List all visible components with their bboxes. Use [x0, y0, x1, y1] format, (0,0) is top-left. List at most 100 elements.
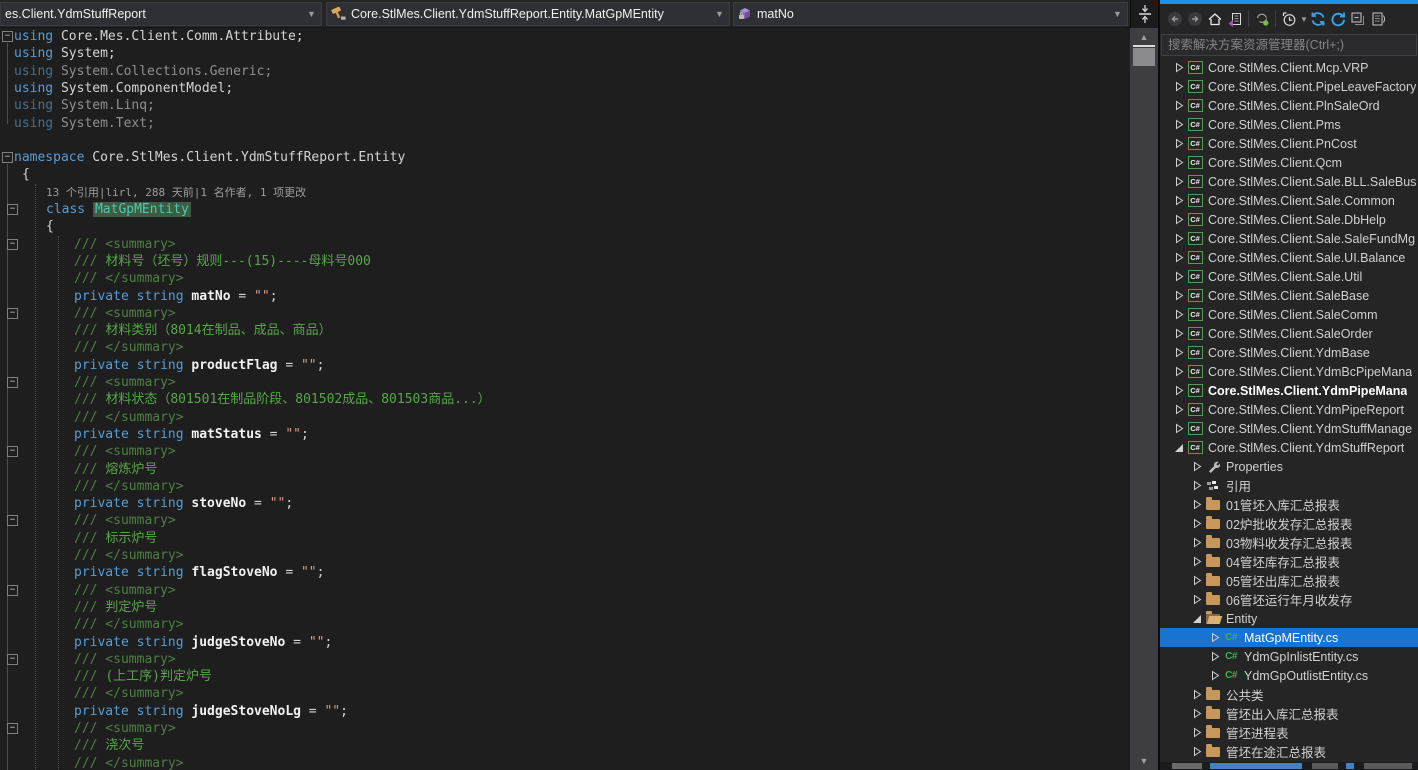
collapsed-arrow-icon[interactable] [1172, 347, 1186, 358]
code-fold-toggle[interactable]: − [2, 152, 13, 163]
tree-item[interactable]: Properties [1160, 457, 1418, 476]
sync-active-document-icon[interactable] [1225, 8, 1245, 30]
collapsed-arrow-icon[interactable] [1172, 366, 1186, 377]
scroll-down-arrow-icon[interactable]: ▼ [1130, 756, 1158, 766]
expanded-arrow-icon[interactable] [1190, 614, 1204, 624]
collapsed-arrow-icon[interactable] [1172, 214, 1186, 225]
code-fold-toggle[interactable]: − [7, 239, 18, 250]
tree-item[interactable]: Entity [1160, 609, 1418, 628]
tree-item[interactable]: C#Core.StlMes.Client.Sale.Util [1160, 267, 1418, 286]
collapsed-arrow-icon[interactable] [1190, 556, 1204, 567]
refresh-icon[interactable] [1308, 8, 1328, 30]
collapsed-arrow-icon[interactable] [1190, 727, 1204, 738]
tree-item[interactable]: C#Core.StlMes.Client.YdmPipeReport [1160, 400, 1418, 419]
collapsed-arrow-icon[interactable] [1190, 461, 1204, 472]
collapsed-arrow-icon[interactable] [1172, 385, 1186, 396]
forward-icon[interactable] [1185, 8, 1205, 30]
preview-selected-items-icon[interactable] [1368, 8, 1388, 30]
sync-icon[interactable] [1328, 8, 1348, 30]
tree-item[interactable]: 05管坯出库汇总报表 [1160, 571, 1418, 590]
code-fold-toggle[interactable]: − [7, 308, 18, 319]
member-dropdown[interactable]: matNo ▼ [733, 2, 1128, 26]
split-editor-handle[interactable] [1130, 0, 1158, 28]
collapsed-arrow-icon[interactable] [1190, 594, 1204, 605]
tree-item[interactable]: C#Core.StlMes.Client.SaleComm [1160, 305, 1418, 324]
collapsed-arrow-icon[interactable] [1190, 575, 1204, 586]
collapse-all-icon[interactable] [1348, 8, 1368, 30]
type-dropdown[interactable]: Core.StlMes.Client.YdmStuffReport.Entity… [326, 2, 730, 26]
collapsed-arrow-icon[interactable] [1172, 138, 1186, 149]
expanded-arrow-icon[interactable] [1172, 443, 1186, 453]
collapsed-arrow-icon[interactable] [1172, 157, 1186, 168]
collapsed-arrow-icon[interactable] [1172, 404, 1186, 415]
tree-item[interactable]: 01管坯入库汇总报表 [1160, 495, 1418, 514]
tree-item[interactable]: 管坯出入库汇总报表 [1160, 704, 1418, 723]
tree-item[interactable]: C#Core.StlMes.Client.Qcm [1160, 153, 1418, 172]
pending-changes-filter-icon[interactable] [1279, 8, 1299, 30]
tree-item[interactable]: C#Core.StlMes.Client.YdmStuffManage [1160, 419, 1418, 438]
collapsed-arrow-icon[interactable] [1172, 81, 1186, 92]
code-fold-toggle[interactable]: − [7, 515, 18, 526]
tree-item[interactable]: C#Core.StlMes.Client.PipeLeaveFactory [1160, 77, 1418, 96]
collapsed-arrow-icon[interactable] [1190, 689, 1204, 700]
collapsed-arrow-icon[interactable] [1208, 670, 1222, 681]
collapsed-arrow-icon[interactable] [1190, 708, 1204, 719]
solution-explorer-search-input[interactable]: 搜索解决方案资源管理器(Ctrl+;) [1161, 34, 1417, 56]
tree-item[interactable]: C#Core.StlMes.Client.Pms [1160, 115, 1418, 134]
scrollbar-thumb[interactable] [1133, 48, 1155, 66]
tree-item[interactable]: C#Core.StlMes.Client.YdmBcPipeMana [1160, 362, 1418, 381]
collapsed-arrow-icon[interactable] [1190, 537, 1204, 548]
tree-item[interactable]: 03物料收发存汇总报表 [1160, 533, 1418, 552]
project-dropdown[interactable]: es.Client.YdmStuffReport ▼ [0, 2, 322, 26]
tree-item[interactable]: C#Core.StlMes.Client.Sale.SaleFundMg [1160, 229, 1418, 248]
tree-item[interactable]: C#Core.StlMes.Client.PnCost [1160, 134, 1418, 153]
tree-item[interactable]: C#YdmGpOutlistEntity.cs [1160, 666, 1418, 685]
code-fold-toggle[interactable]: − [7, 204, 18, 215]
code-fold-toggle[interactable]: − [7, 654, 18, 665]
code-fold-toggle[interactable]: − [7, 723, 18, 734]
collapsed-arrow-icon[interactable] [1172, 328, 1186, 339]
tree-item[interactable]: C#Core.StlMes.Client.Sale.DbHelp [1160, 210, 1418, 229]
collapsed-arrow-icon[interactable] [1172, 423, 1186, 434]
tree-item[interactable]: 引用 [1160, 476, 1418, 495]
collapsed-arrow-icon[interactable] [1190, 518, 1204, 529]
collapsed-arrow-icon[interactable] [1190, 746, 1204, 757]
collapsed-arrow-icon[interactable] [1172, 233, 1186, 244]
home-icon[interactable] [1205, 8, 1225, 30]
tree-item[interactable]: 公共类 [1160, 685, 1418, 704]
collapsed-arrow-icon[interactable] [1172, 62, 1186, 73]
chevron-down-icon[interactable]: ▼ [1300, 15, 1308, 24]
collapsed-arrow-icon[interactable] [1172, 290, 1186, 301]
code-editor[interactable]: using Core.Mes.Client.Comm.Attribute;−us… [0, 28, 1130, 770]
tree-item[interactable]: 06管坯运行年月收发存 [1160, 590, 1418, 609]
switch-views-icon[interactable] [1252, 8, 1272, 30]
tree-item[interactable]: C#Core.StlMes.Client.Sale.UI.Balance [1160, 248, 1418, 267]
tree-item[interactable]: C#Core.StlMes.Client.YdmBase [1160, 343, 1418, 362]
tree-item[interactable]: C#Core.StlMes.Client.SaleBase [1160, 286, 1418, 305]
editor-vertical-scrollbar[interactable]: ▲ ▼ [1130, 28, 1158, 770]
collapsed-arrow-icon[interactable] [1208, 632, 1222, 643]
tree-item[interactable]: C#Core.StlMes.Client.PlnSaleOrd [1160, 96, 1418, 115]
code-fold-toggle[interactable]: − [7, 377, 18, 388]
collapsed-arrow-icon[interactable] [1172, 271, 1186, 282]
collapsed-arrow-icon[interactable] [1172, 309, 1186, 320]
tree-item[interactable]: C#Core.StlMes.Client.YdmPipeMana [1160, 381, 1418, 400]
tree-item[interactable]: 02炉批收发存汇总报表 [1160, 514, 1418, 533]
collapsed-arrow-icon[interactable] [1172, 119, 1186, 130]
code-fold-toggle[interactable]: − [2, 31, 13, 42]
tree-item[interactable]: 管坯在途汇总报表 [1160, 742, 1418, 761]
tree-item[interactable]: C#Core.StlMes.Client.YdmStuffReport [1160, 438, 1418, 457]
tree-item[interactable]: C#Core.StlMes.Client.Sale.BLL.SaleBus [1160, 172, 1418, 191]
tree-item[interactable]: C#Core.StlMes.Client.Sale.Common [1160, 191, 1418, 210]
tree-item[interactable]: C#Core.StlMes.Client.SaleOrder [1160, 324, 1418, 343]
collapsed-arrow-icon[interactable] [1190, 499, 1204, 510]
tree-item[interactable]: C#Core.StlMes.Client.Mcp.VRP [1160, 58, 1418, 77]
tree-item[interactable]: C#YdmGpInlistEntity.cs [1160, 647, 1418, 666]
code-fold-toggle[interactable]: − [7, 446, 18, 457]
back-icon[interactable] [1165, 8, 1185, 30]
collapsed-arrow-icon[interactable] [1172, 176, 1186, 187]
tree-item[interactable]: 04管坯库存汇总报表 [1160, 552, 1418, 571]
collapsed-arrow-icon[interactable] [1190, 480, 1204, 491]
collapsed-arrow-icon[interactable] [1172, 252, 1186, 263]
tree-item[interactable]: 管坯进程表 [1160, 723, 1418, 742]
